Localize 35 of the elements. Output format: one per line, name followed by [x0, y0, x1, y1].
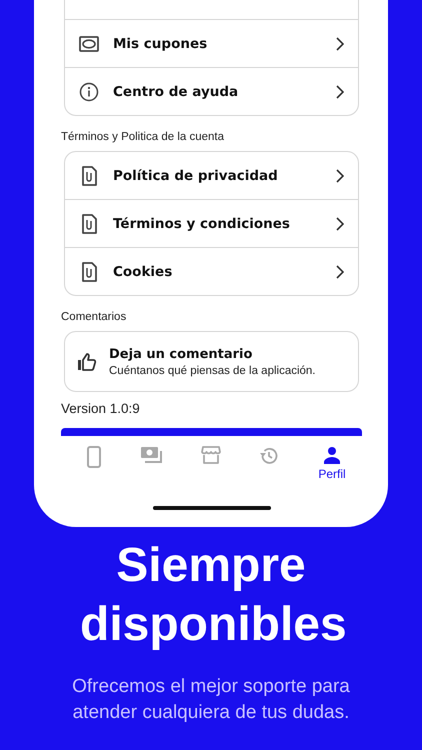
document-clip-icon — [81, 214, 97, 234]
chevron-right-icon — [336, 216, 344, 230]
feedback-title: Deja un comentario — [109, 346, 254, 362]
version-text: Version 1.0:9 — [61, 401, 141, 416]
storefront-icon[interactable] — [200, 446, 221, 464]
menu-item-label: Política de privacidad — [113, 168, 279, 184]
section-heading: Comentarios — [61, 311, 128, 323]
document-clip-icon — [81, 166, 97, 186]
history-icon[interactable] — [258, 446, 279, 466]
menu-item[interactable]: Política de privacidad — [65, 152, 358, 199]
section-heading: Términos y Politica de la cuenta — [61, 131, 225, 143]
cash-icon[interactable] — [141, 446, 164, 464]
headline: Siempre disponibles — [79, 538, 348, 653]
feedback-card[interactable]: Deja un comentario Cuéntanos qué piensas de la aplicación. — [64, 331, 359, 392]
phone-icon[interactable] — [87, 446, 102, 468]
chevron-right-icon — [336, 36, 344, 50]
ticket-icon — [79, 36, 99, 52]
thumbs-up-icon — [77, 352, 97, 372]
menu-item-label: Cookies — [113, 264, 174, 280]
menu-item-label: Mis cupones — [113, 36, 208, 52]
feedback-subtitle: Cuéntanos qué piensas de la aplicación. — [109, 364, 316, 376]
info-icon — [79, 82, 99, 102]
menu-item[interactable]: Cookies — [65, 247, 358, 295]
chevron-right-icon — [336, 168, 344, 182]
menu-item-label: Centro de ayuda — [113, 84, 240, 100]
person-icon[interactable] — [323, 446, 342, 464]
document-clip-icon — [81, 262, 97, 282]
menu-item-label: Términos y condiciones — [113, 216, 291, 232]
menu-item[interactable]: Centro de ayuda — [65, 67, 358, 115]
menu-item[interactable]: Mis cupones — [65, 20, 358, 67]
tab-bar-item[interactable]: Perfil — [298, 446, 366, 481]
chevron-right-icon — [336, 84, 344, 98]
tagline: Ofrecemos el mejor soporte para atender cualquiera de tus dudas. — [71, 675, 351, 725]
chevron-right-icon — [336, 264, 344, 278]
menu-item[interactable]: Términos y condiciones — [65, 199, 358, 247]
